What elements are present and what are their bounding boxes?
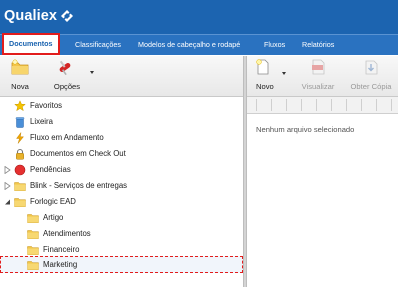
obter-copia-button[interactable]: Obter Cópia [345, 56, 397, 96]
tree-item-label: Artigo [43, 213, 64, 222]
tree-item-label: Blink - Serviços de entregas [30, 181, 128, 190]
grid-column-divider[interactable] [346, 99, 347, 111]
swiss-knife-icon [59, 60, 71, 75]
qualiex-logo-icon [61, 10, 74, 22]
tree-item-label: Favoritos [30, 101, 63, 110]
download-icon [365, 60, 378, 75]
expand-arrow-icon[interactable] [4, 166, 11, 174]
lightning-icon [16, 132, 24, 144]
tree-item-label: Atendimentos [43, 229, 91, 238]
empty-message: Nenhum arquivo selecionado [256, 125, 355, 134]
documents-toolbar: Novo Visualizar Obter Cópia [247, 56, 398, 97]
documents-grid-header [247, 97, 398, 114]
tree-item-favoritos[interactable]: Favoritos [0, 98, 243, 114]
tree-item-label: Marketing [43, 260, 78, 269]
grid-column-divider[interactable] [316, 99, 317, 111]
nova-button[interactable]: Nova [6, 56, 34, 96]
nova-label: Nova [11, 82, 29, 91]
tree-item-check-out[interactable]: Documentos em Check Out [0, 146, 243, 162]
novo-label: Novo [256, 82, 274, 91]
chevron-down-icon [90, 71, 94, 74]
red-circle-icon [14, 164, 26, 176]
tree-item-pendencias[interactable]: Pendências [0, 162, 243, 178]
tree-item-label: Financeiro [43, 245, 80, 254]
folder-icon [14, 198, 26, 207]
collapse-arrow-icon[interactable] [4, 198, 11, 206]
nav-tab-fluxos[interactable]: Fluxos [264, 35, 285, 55]
folder-icon [27, 230, 39, 239]
folder-icon [14, 182, 26, 191]
visualizar-button[interactable]: Visualizar [295, 56, 341, 96]
folders-toolbar: Nova Opções [0, 56, 243, 97]
new-document-icon [256, 59, 269, 75]
folder-icon [27, 261, 39, 270]
chevron-down-icon [282, 72, 286, 75]
pdf-icon [312, 59, 325, 75]
star-icon [14, 100, 26, 112]
tree-item-label: Fluxo em Andamento [30, 133, 104, 142]
tree-item-artigo[interactable]: Artigo [0, 210, 243, 226]
nav-tab-modelos[interactable]: Modelos de cabeçalho e rodapé [138, 35, 240, 55]
obter-copia-label: Obter Cópia [350, 82, 392, 91]
nav-tab-classificacoes[interactable]: Classificações [75, 35, 121, 55]
qualiex-logo[interactable]: Qualiex [4, 8, 74, 24]
folder-icon [27, 246, 39, 255]
grid-column-divider[interactable] [391, 99, 392, 111]
tree-item-label: Documentos em Check Out [30, 149, 126, 158]
app-header: Qualiex [0, 0, 398, 34]
logo-text: Qualiex [4, 8, 58, 24]
tree-item-forlogic-ead[interactable]: Forlogic EAD [0, 194, 243, 210]
lock-icon [16, 148, 24, 160]
folder-tree: Favoritos Lixeira Fluxo em Andamento Doc… [0, 97, 243, 287]
tree-item-lixeira[interactable]: Lixeira [0, 114, 243, 130]
tree-item-label: Pendências [30, 165, 71, 174]
tree-item-atendimentos[interactable]: Atendimentos [0, 226, 243, 242]
new-folder-icon [11, 59, 29, 75]
grid-column-divider[interactable] [376, 99, 377, 111]
grid-column-divider[interactable] [271, 99, 272, 111]
grid-column-divider[interactable] [256, 99, 257, 111]
novo-button[interactable]: Novo [251, 56, 286, 96]
tree-item-label: Forlogic EAD [30, 197, 76, 206]
tree-item-fluxo-andamento[interactable]: Fluxo em Andamento [0, 130, 243, 146]
expand-arrow-icon[interactable] [4, 182, 11, 190]
nav-tab-documentos[interactable]: Documentos [2, 33, 60, 55]
grid-column-divider[interactable] [301, 99, 302, 111]
main-nav: Documentos Classificações Modelos de cab… [0, 33, 398, 55]
grid-column-divider[interactable] [331, 99, 332, 111]
nav-tab-relatorios[interactable]: Relatórios [302, 35, 334, 55]
opcoes-button[interactable]: Opções [46, 56, 94, 96]
tree-item-label: Lixeira [30, 117, 53, 126]
tree-item-marketing[interactable]: Marketing [0, 256, 243, 273]
tree-item-blink[interactable]: Blink - Serviços de entregas [0, 178, 243, 194]
folder-icon [27, 214, 39, 223]
trash-icon [15, 117, 25, 128]
grid-column-divider[interactable] [286, 99, 287, 111]
visualizar-label: Visualizar [301, 82, 335, 91]
grid-column-divider[interactable] [361, 99, 362, 111]
opcoes-label: Opções [53, 82, 81, 91]
